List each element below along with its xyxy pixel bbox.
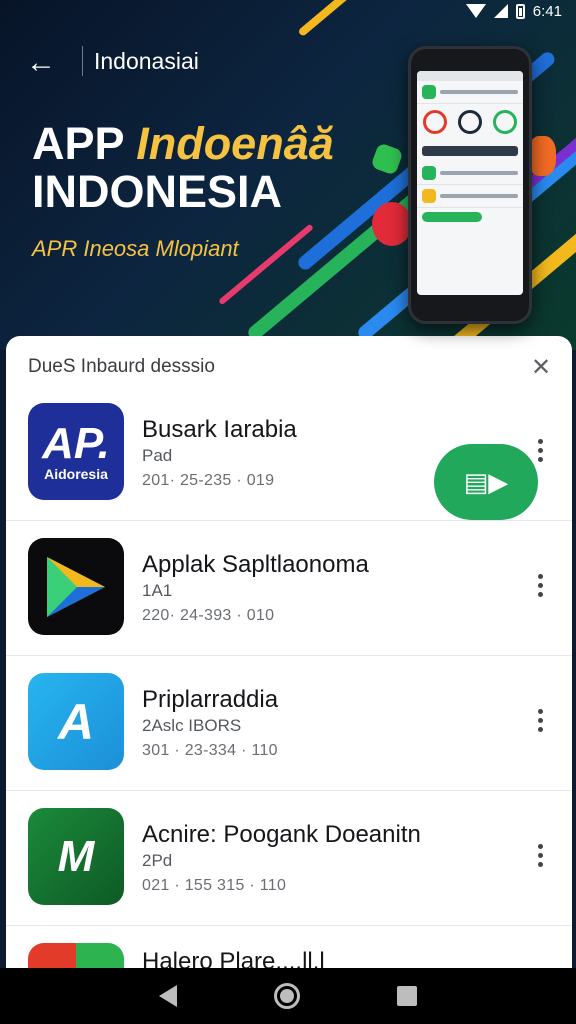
phone-mockup	[408, 46, 532, 324]
phone-line	[440, 171, 518, 175]
phone-widget-icon	[493, 110, 518, 134]
phone-widget-icon	[422, 110, 447, 134]
phone-app-icon	[422, 166, 436, 180]
page-title: Indonasiai	[94, 48, 199, 74]
install-button[interactable]: ▤▶	[434, 444, 538, 520]
more-vert-icon[interactable]	[530, 567, 550, 603]
list-item[interactable]: AP. Aidoresia Busark Iarabia Pad 201· 25…	[6, 386, 572, 521]
app-meta: 021 · 155 315 · 110	[142, 877, 287, 894]
headline-prefix: APP	[32, 118, 137, 169]
wifi-icon	[465, 4, 486, 18]
app-list-sheet: DueS Inbaurd desssio ✕ AP. Aidoresia Bus…	[6, 336, 572, 968]
app-subtitle: 1A1	[142, 581, 173, 600]
hero-banner: 6:41 ← Indonasiai APP Indoenâă INDONESIA…	[0, 0, 576, 350]
app-name: Acnire: Poogank Doeanitn	[142, 821, 421, 848]
phone-line	[440, 194, 518, 198]
phone-line	[440, 90, 518, 94]
mascot-orange-icon	[528, 136, 556, 176]
app-name: Halero Plare....ll.l	[142, 948, 325, 968]
headline-line1: APP Indoenâă	[32, 120, 334, 168]
back-arrow-icon[interactable]: ←	[24, 46, 58, 80]
app-icon-a[interactable]: A	[28, 673, 124, 770]
play-triangle-icon	[47, 556, 105, 617]
phone-app-icon	[422, 189, 436, 203]
app-name: Busark Iarabia	[142, 416, 297, 443]
hero-headline: APP Indoenâă INDONESIA	[32, 120, 334, 216]
app-meta: 301 · 23-334 · 110	[142, 742, 278, 759]
list-item[interactable]: M Acnire: Poogank Doeanitn 2Pd 021 · 155…	[6, 791, 572, 926]
icon-text-big: AP.	[42, 418, 110, 468]
title-divider	[82, 46, 83, 76]
app-subtitle: Pad	[142, 446, 173, 465]
headline-accent: Indoenâă	[136, 118, 334, 169]
app-meta: 201· 25-235 · 019	[142, 472, 275, 489]
app-subtitle: 2Pd	[142, 851, 173, 870]
phone-screen	[417, 71, 523, 295]
system-nav-bar	[0, 968, 576, 1024]
app-name: Priplarraddia	[142, 686, 279, 713]
app-name: Applak Sapltlaonoma	[142, 551, 369, 578]
nav-home-icon[interactable]	[273, 983, 300, 1009]
status-bar: 6:41	[416, 0, 576, 22]
mascot-red-icon	[372, 202, 412, 246]
phone-row	[417, 81, 523, 104]
icon-text-small: Aidoresia	[44, 465, 108, 482]
more-vert-icon[interactable]	[530, 702, 550, 738]
app-icon-play[interactable]	[28, 538, 124, 635]
more-vert-icon[interactable]	[530, 432, 550, 468]
sheet-title: DueS Inbaurd desssio	[28, 356, 215, 377]
phone-clock-icon	[457, 110, 482, 134]
phone-row	[417, 185, 523, 208]
phone-row	[417, 162, 523, 185]
battery-icon	[515, 3, 525, 19]
app-subtitle: 2Aslc IBORS	[142, 716, 242, 735]
nav-recent-icon[interactable]	[397, 986, 418, 1006]
app-icon-m[interactable]: M	[28, 808, 124, 905]
list-item[interactable]: A Priplarraddia 2Aslc IBORS 301 · 23-334…	[6, 656, 572, 791]
phone-pill	[422, 212, 482, 222]
signal-icon	[493, 4, 508, 18]
phone-widgets	[417, 104, 523, 140]
nav-back-icon[interactable]	[158, 985, 177, 1007]
hero-tagline: APR Ineosa Mlopiant	[32, 236, 239, 261]
decor-stripe	[297, 0, 395, 38]
more-vert-icon[interactable]	[530, 837, 550, 873]
close-icon[interactable]: ✕	[528, 354, 554, 381]
app-icon-indonesia[interactable]: AP. Aidoresia	[28, 403, 124, 500]
mascot-green-icon	[370, 142, 404, 176]
headline-line2: INDONESIA	[32, 166, 283, 217]
phone-app-icon	[422, 85, 436, 99]
phone-status	[417, 71, 523, 81]
list-item[interactable]: Halero Plare....ll.l	[6, 926, 572, 968]
phone-bar	[422, 146, 518, 156]
app-meta: 220· 24-393 · 010	[142, 607, 275, 624]
list-item[interactable]: Applak Sapltlaonoma 1A1 220· 24-393 · 01…	[6, 521, 572, 656]
app-icon-partial[interactable]	[28, 943, 124, 968]
status-time: 6:41	[532, 2, 562, 20]
